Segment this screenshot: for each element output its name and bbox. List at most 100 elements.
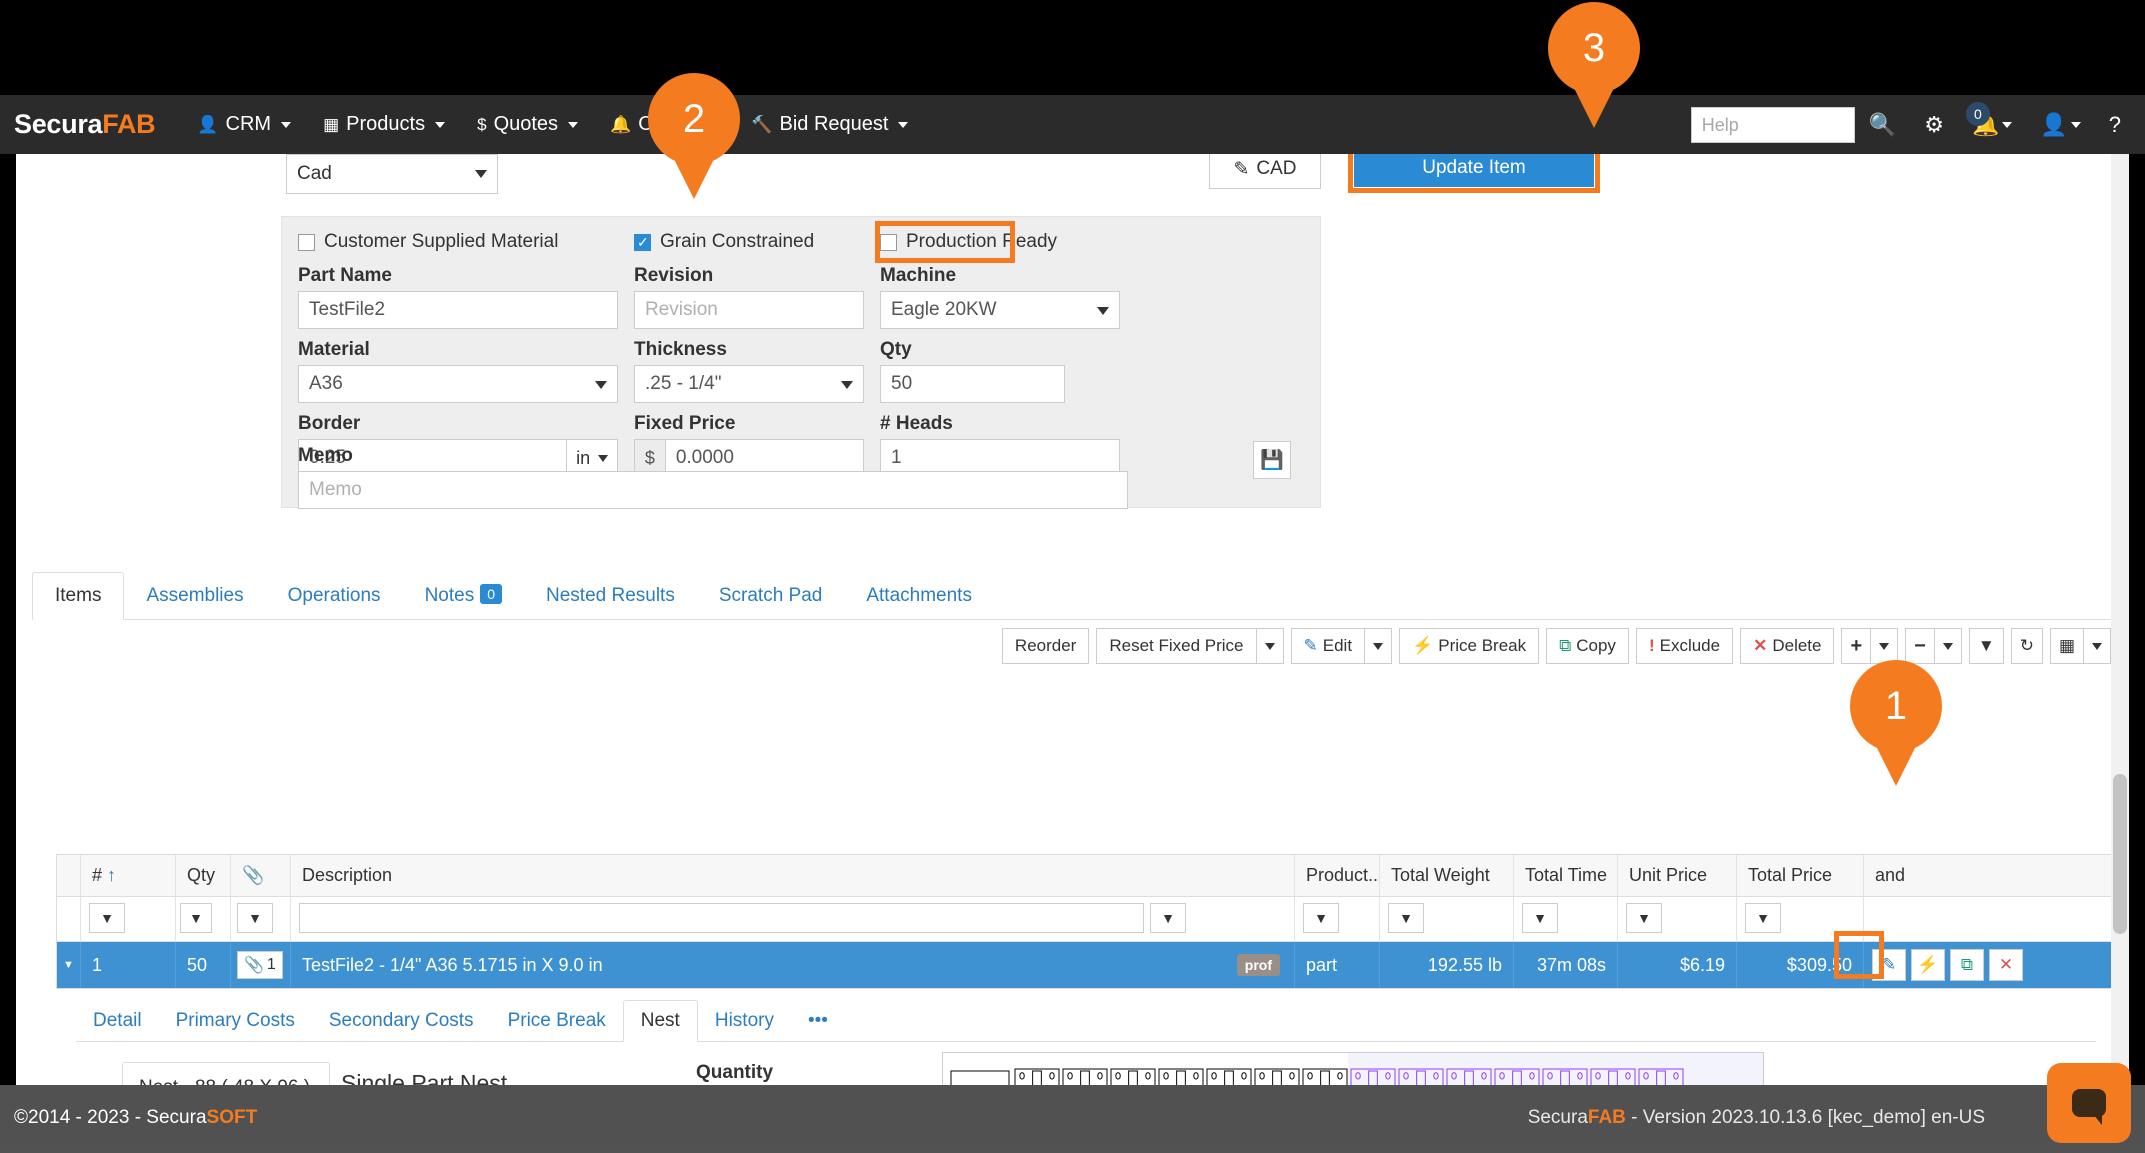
delete-label: Delete xyxy=(1772,636,1821,656)
brand-logo[interactable]: SecuraFAB xyxy=(14,109,155,140)
revision-input[interactable]: Revision xyxy=(634,291,864,329)
qty-input[interactable]: 50 xyxy=(880,365,1065,403)
grid-header-total-price[interactable]: Total Price xyxy=(1737,855,1864,897)
grid-header-attachment[interactable]: 📎 xyxy=(231,855,291,897)
material-select[interactable]: A36 xyxy=(298,365,618,403)
tab-attachments[interactable]: Attachments xyxy=(844,573,994,619)
tab-items[interactable]: Items xyxy=(32,572,124,620)
grain-constrained-row[interactable]: Grain Constrained xyxy=(634,229,864,255)
nav-item-quotes[interactable]: $ Quotes xyxy=(461,95,594,154)
help-search-input[interactable]: Help xyxy=(1691,107,1855,143)
add-dropdown[interactable] xyxy=(1870,628,1898,664)
grid-header-and[interactable]: and xyxy=(1864,855,2115,897)
detail-tab-price-break[interactable]: Price Break xyxy=(491,1001,623,1041)
filter-icon[interactable]: ▼ xyxy=(1150,903,1186,933)
search-icon[interactable]: 🔍 xyxy=(1855,112,1910,138)
reorder-button[interactable]: Reorder xyxy=(1002,628,1089,664)
filter-icon[interactable]: ▼ xyxy=(89,903,125,933)
chevron-down-icon xyxy=(2002,122,2012,128)
grid-header-total-weight[interactable]: Total Weight xyxy=(1380,855,1514,897)
chat-bubble-icon[interactable] xyxy=(2047,1063,2131,1143)
filter-cell-num[interactable]: ▼ xyxy=(81,897,176,942)
notifications-bell-icon[interactable]: 0 🔔 xyxy=(1958,112,2026,138)
tab-nested-results[interactable]: Nested Results xyxy=(524,573,697,619)
detail-tab-history[interactable]: History xyxy=(698,1001,791,1041)
part-name-input[interactable]: TestFile2 xyxy=(298,291,618,329)
grid-header-description[interactable]: Description xyxy=(291,855,1295,897)
nav-item-products[interactable]: ▦ Products xyxy=(307,95,461,154)
gear-icon[interactable]: ⚙ xyxy=(1910,112,1958,138)
reset-fixed-price-dropdown[interactable] xyxy=(1256,628,1284,664)
nav-item-bid-request[interactable]: 🔨 Bid Request xyxy=(735,95,924,154)
filter-cell-description[interactable]: ▼ xyxy=(291,897,1295,942)
edit-button[interactable]: ✎Edit xyxy=(1291,628,1366,664)
top-action-row: Cad ✎ CAD Update Item xyxy=(16,154,2129,200)
detail-tab-primary-costs[interactable]: Primary Costs xyxy=(159,1001,312,1041)
detail-tab-nest[interactable]: Nest xyxy=(623,1000,698,1042)
grid-header-num[interactable]: # ↑ xyxy=(81,855,176,897)
filter-icon[interactable]: ▼ xyxy=(237,903,273,933)
filter-icon[interactable]: ▼ xyxy=(1745,903,1781,933)
price-break-button[interactable]: ⚡Price Break xyxy=(1399,628,1539,664)
grid-header-product[interactable]: Product... xyxy=(1295,855,1380,897)
user-menu-icon[interactable]: 👤 xyxy=(2026,112,2094,138)
thickness-select[interactable]: .25 - 1/4" xyxy=(634,365,864,403)
remove-dropdown[interactable] xyxy=(1934,628,1962,664)
copy-button[interactable]: ⧉Copy xyxy=(1546,628,1629,664)
filter-cell-attachment[interactable]: ▼ xyxy=(231,897,291,942)
table-row[interactable]: ▼ 1 50 📎1 TestFile2 - 1/4" A36 5.1715 in… xyxy=(57,942,2129,988)
grain-constrained-checkbox[interactable] xyxy=(634,234,651,251)
exclude-button[interactable]: !Exclude xyxy=(1636,628,1733,664)
filter-icon[interactable]: ▼ xyxy=(1388,903,1424,933)
customer-supplied-material-checkbox[interactable] xyxy=(298,234,315,251)
columns-button[interactable]: ▦ xyxy=(2050,628,2084,664)
remove-button[interactable]: − xyxy=(1905,628,1935,664)
machine-select[interactable]: Eagle 20KW xyxy=(880,291,1120,329)
memo-input[interactable]: Memo xyxy=(298,471,1128,509)
row-copy-button[interactable]: ⧉ xyxy=(1950,949,1984,981)
cad-button[interactable]: ✎ CAD xyxy=(1209,154,1321,189)
customer-supplied-material-row[interactable]: Customer Supplied Material xyxy=(298,229,618,255)
tab-assemblies[interactable]: Assemblies xyxy=(124,573,265,619)
detail-tab-detail[interactable]: Detail xyxy=(76,1001,159,1041)
nav-item-crm[interactable]: 👤 CRM xyxy=(181,95,307,154)
grid-header-unit-price[interactable]: Unit Price xyxy=(1618,855,1737,897)
tab-operations[interactable]: Operations xyxy=(266,573,403,619)
refresh-button[interactable]: ↻ xyxy=(2011,628,2043,664)
detail-tab-more[interactable]: ••• xyxy=(791,1001,845,1041)
detail-tab-secondary-costs[interactable]: Secondary Costs xyxy=(312,1001,491,1041)
grid-header-expander xyxy=(57,855,81,897)
filter-icon[interactable]: ▼ xyxy=(1626,903,1662,933)
row-bolt-button[interactable]: ⚡ xyxy=(1911,949,1945,981)
filter-icon[interactable]: ▼ xyxy=(180,903,212,933)
row-attachment-cell[interactable]: 📎1 xyxy=(231,942,291,988)
grid-header-total-time[interactable]: Total Time xyxy=(1514,855,1618,897)
edit-dropdown[interactable] xyxy=(1364,628,1392,664)
filter-icon[interactable]: ▼ xyxy=(1303,903,1339,933)
filter-cell-total-weight[interactable]: ▼ xyxy=(1380,897,1514,942)
row-expander[interactable]: ▼ xyxy=(57,942,81,988)
filter-cell-total-time[interactable]: ▼ xyxy=(1514,897,1618,942)
row-delete-button[interactable]: ✕ xyxy=(1989,949,2023,981)
attachment-badge[interactable]: 📎1 xyxy=(237,951,283,979)
filter-cell-qty[interactable]: ▼ xyxy=(176,897,231,942)
filter-cell-unit-price[interactable]: ▼ xyxy=(1618,897,1737,942)
chevron-down-icon xyxy=(1265,643,1275,650)
description-filter-input[interactable] xyxy=(299,903,1144,933)
tab-scratch-pad[interactable]: Scratch Pad xyxy=(697,573,845,619)
cad-type-select[interactable]: Cad xyxy=(286,154,498,194)
filter-cell-product[interactable]: ▼ xyxy=(1295,897,1380,942)
update-item-button[interactable]: Update Item xyxy=(1354,154,1594,187)
filter-button[interactable]: ▼ xyxy=(1969,628,2004,664)
columns-dropdown[interactable] xyxy=(2083,628,2111,664)
reset-fixed-price-button[interactable]: Reset Fixed Price xyxy=(1096,628,1256,664)
floppy-disk-icon[interactable]: 💾 xyxy=(1253,441,1291,479)
tab-notes[interactable]: Notes0 xyxy=(403,573,524,619)
filter-icon[interactable]: ▼ xyxy=(1522,903,1558,933)
page-scrollbar-track[interactable] xyxy=(2111,154,2129,1113)
question-icon[interactable]: ? xyxy=(2095,112,2135,138)
add-button[interactable]: + xyxy=(1841,628,1871,664)
delete-button[interactable]: ✕Delete xyxy=(1740,628,1834,664)
page-scrollbar-thumb[interactable] xyxy=(2113,774,2127,934)
grid-header-qty[interactable]: Qty xyxy=(176,855,231,897)
